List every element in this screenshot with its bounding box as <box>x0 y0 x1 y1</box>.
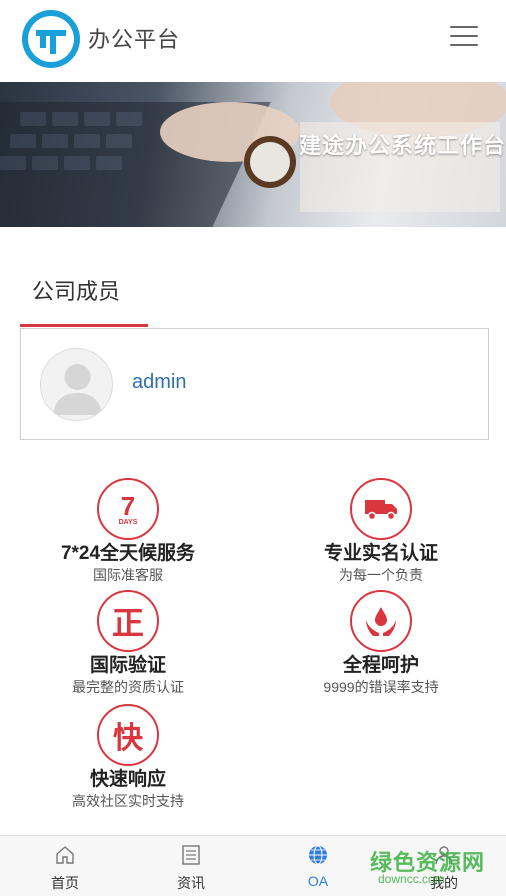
hamburger-menu-icon[interactable] <box>450 26 478 48</box>
site-watermark-domain: downcc.com <box>378 872 445 886</box>
tab-oa[interactable]: OA <box>268 836 368 896</box>
truck-icon <box>350 478 412 540</box>
tab-home[interactable]: 首页 <box>15 836 115 896</box>
member-card[interactable]: admin <box>20 328 489 440</box>
news-icon <box>182 845 200 865</box>
feature-subtitle: 国际准客服 <box>93 567 163 583</box>
seven-days-label: DAYS <box>118 518 138 526</box>
feature-intl-verify[interactable]: 正 国际验证 最完整的资质认证 <box>28 590 228 696</box>
tab-news[interactable]: 资讯 <box>141 836 241 896</box>
feature-subtitle: 高效社区实时支持 <box>72 793 184 809</box>
active-tab-indicator <box>20 324 148 327</box>
tab-label: 首页 <box>51 875 79 891</box>
member-name-link[interactable]: admin <box>132 371 186 394</box>
seven-days-icon: 7 DAYS <box>97 478 159 540</box>
feature-24h-service[interactable]: 7 DAYS 7*24全天候服务 国际准客服 <box>28 478 228 584</box>
hands-drop-icon <box>350 590 412 652</box>
app-header: 办公平台 <box>0 0 506 82</box>
kuai-character: 快 <box>113 722 143 755</box>
home-icon <box>56 846 74 864</box>
feature-title: 7*24全天候服务 <box>60 543 196 564</box>
tab-label: 资讯 <box>177 875 205 891</box>
feature-title: 国际验证 <box>89 655 166 676</box>
tab-company-members[interactable]: 公司成员 <box>20 262 148 328</box>
feature-full-care[interactable]: 全程呵护 9999的错误率支持 <box>281 590 481 696</box>
feature-title: 快速响应 <box>89 769 166 790</box>
brand-logo-icon[interactable] <box>20 8 82 70</box>
feature-title: 专业实名认证 <box>323 543 438 564</box>
section-tab-label: 公司成员 <box>32 279 121 304</box>
zheng-character: 正 <box>111 605 144 641</box>
hero-banner: 建途办公系统工作台 <box>0 82 506 227</box>
seven-days-number: 7 <box>120 490 136 521</box>
banner-caption: 建途办公系统工作台 <box>298 133 506 158</box>
feature-real-name[interactable]: 专业实名认证 为每一个负责 <box>281 478 481 584</box>
feature-fast-response[interactable]: 快 快速响应 高效社区实时支持 <box>28 704 228 810</box>
kuai-icon: 快 <box>97 704 159 766</box>
tab-label: OA <box>307 873 329 889</box>
globe-icon <box>309 845 327 865</box>
app-title: 办公平台 <box>88 27 181 52</box>
feature-subtitle: 最完整的资质认证 <box>72 679 184 695</box>
zheng-icon: 正 <box>97 590 159 652</box>
feature-subtitle: 为每一个负责 <box>339 567 423 583</box>
feature-title: 全程呵护 <box>342 655 419 676</box>
feature-subtitle: 9999的错误率支持 <box>323 679 439 695</box>
user-avatar-icon <box>40 348 113 421</box>
